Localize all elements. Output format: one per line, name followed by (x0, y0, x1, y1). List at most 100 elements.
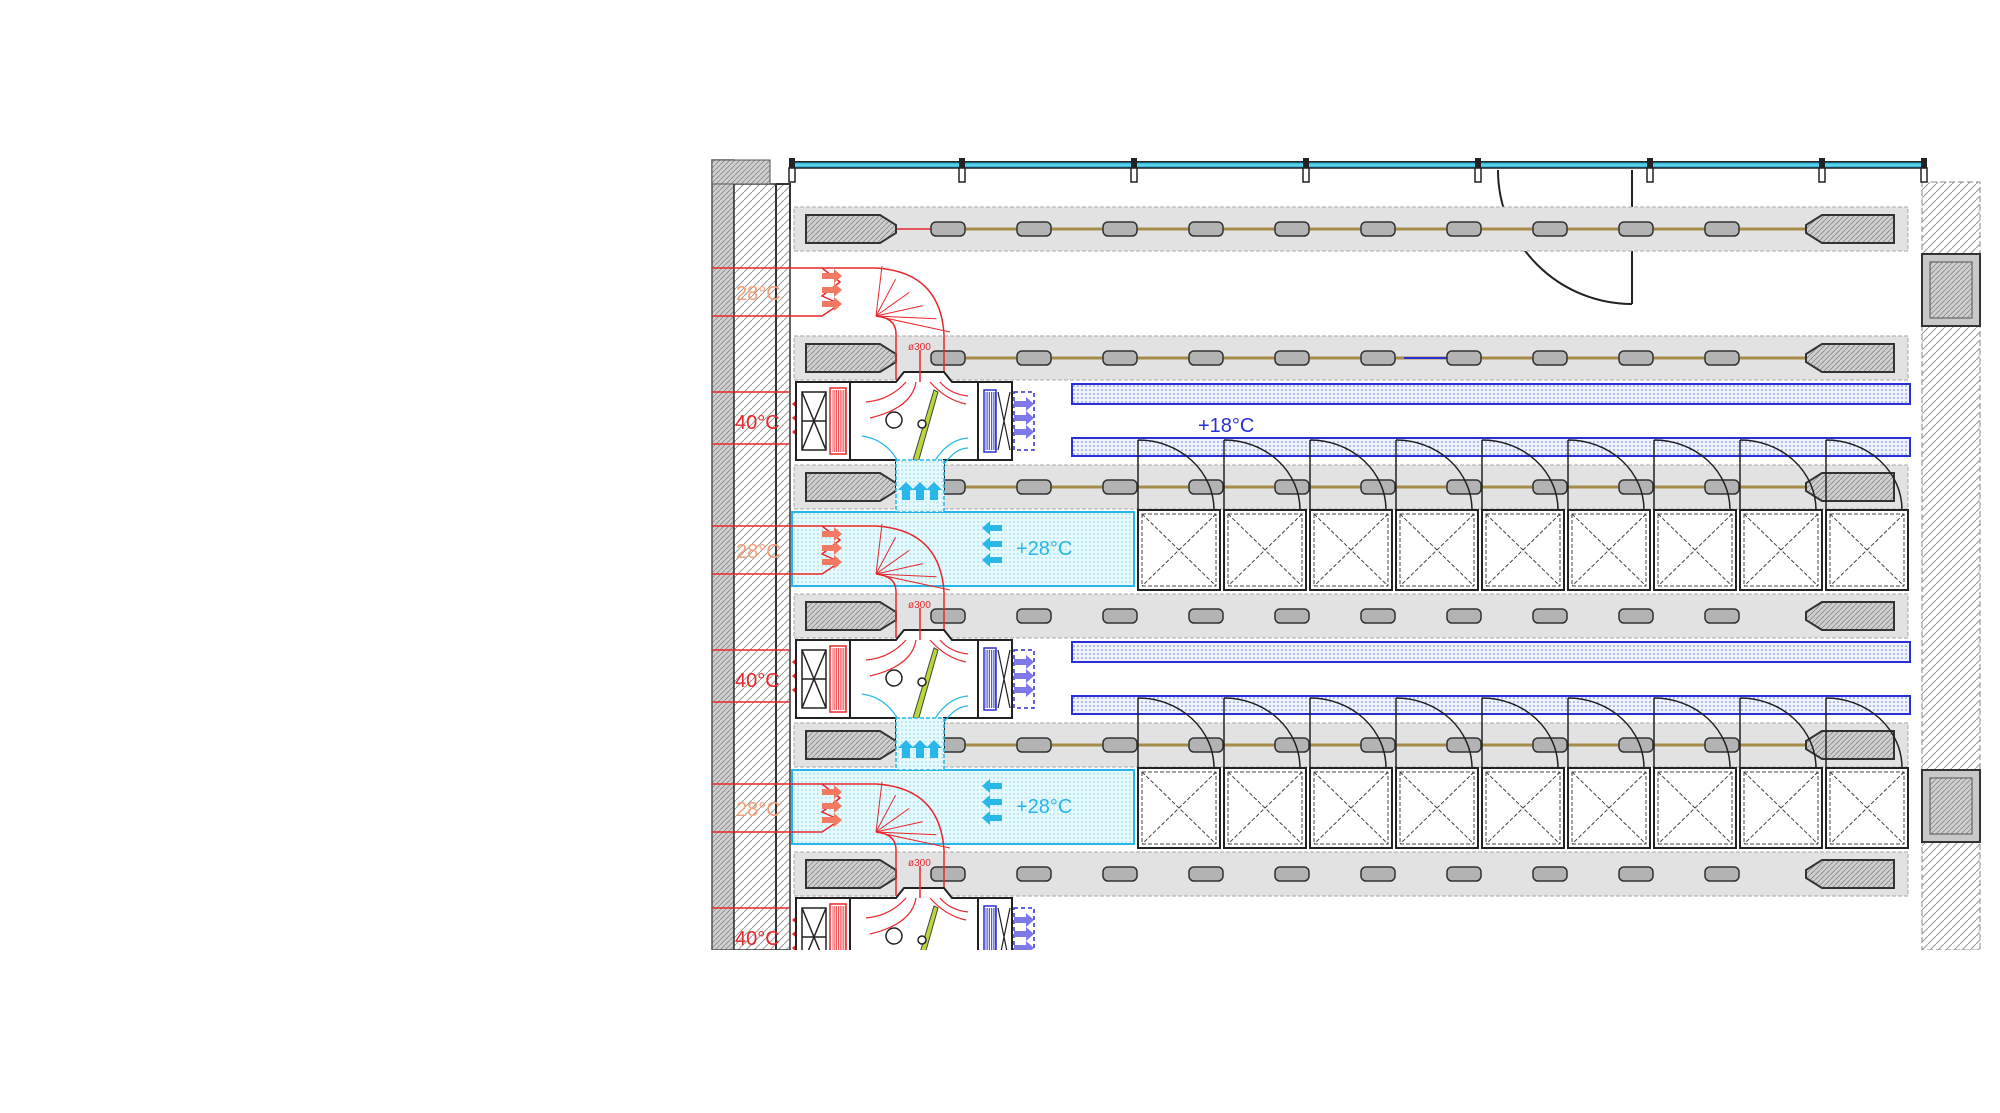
end-luminaire (805, 730, 897, 760)
server-cabinet (1481, 439, 1565, 591)
server-cabinet (1739, 439, 1823, 591)
lighting-strip (793, 464, 1909, 510)
lamp (1446, 866, 1482, 882)
lamp (1704, 479, 1740, 495)
lighting-strip (793, 335, 1909, 381)
end-luminaire (1805, 859, 1895, 889)
arrow-icon (1014, 655, 1034, 669)
mullion-post (1302, 167, 1310, 183)
lamp (1102, 608, 1138, 624)
damper-icon (885, 411, 903, 429)
server-cabinet (1395, 439, 1479, 591)
lamp (1704, 866, 1740, 882)
fan-hub (917, 677, 927, 687)
mullion-post (1646, 167, 1654, 183)
elbow-vane (875, 265, 883, 317)
lamp (1360, 608, 1396, 624)
exhaust-temp-label-1: 40°C (735, 412, 780, 434)
lamp (1618, 866, 1654, 882)
lamp (1274, 479, 1310, 495)
lamp (1446, 737, 1482, 753)
ventilation-floor-plan: 28°C 28°C 28°C 40°C 40°C 40°C +18°C +28°… (700, 158, 2000, 1113)
room-temp-label-1: +28°C (1016, 538, 1072, 560)
server-cabinet (1653, 439, 1737, 591)
server-cabinet (1395, 697, 1479, 849)
end-luminaire (805, 859, 897, 889)
lamp (1274, 350, 1310, 366)
end-luminaire (805, 343, 897, 373)
duct-diameter-label-2: ø300 (908, 600, 931, 611)
end-luminaire (1805, 730, 1895, 760)
end-luminaire (1805, 214, 1895, 244)
end-luminaire (805, 601, 897, 631)
lamp (1532, 221, 1568, 237)
mullion (1303, 158, 1309, 168)
end-luminaire (1805, 343, 1895, 373)
lamp (1618, 350, 1654, 366)
lamp (1618, 608, 1654, 624)
server-cabinet (1137, 439, 1221, 591)
lamp (1532, 479, 1568, 495)
lamp (1446, 608, 1482, 624)
lamp (1274, 737, 1310, 753)
end-luminaire (1805, 472, 1895, 502)
lamp (1360, 737, 1396, 753)
server-cabinet (1825, 439, 1909, 591)
damper-icon (885, 669, 903, 687)
end-luminaire (805, 214, 897, 244)
lamp (1360, 221, 1396, 237)
lamp (1016, 221, 1052, 237)
lamp (1360, 350, 1396, 366)
lighting-strip (793, 593, 1909, 639)
lamp (1704, 608, 1740, 624)
mullion-post (788, 167, 796, 183)
lamp (1360, 479, 1396, 495)
lamp (1704, 737, 1740, 753)
lamp (1446, 350, 1482, 366)
arrow-icon (1014, 411, 1034, 425)
server-cabinet (1137, 697, 1221, 849)
duct-diameter-label-3: ø300 (908, 858, 931, 869)
lamp (930, 866, 966, 882)
lamp (1618, 221, 1654, 237)
server-cabinet (1739, 697, 1823, 849)
server-cabinet (1567, 697, 1651, 849)
right-wall (1921, 181, 1981, 951)
lamp (1188, 737, 1224, 753)
lamp (1016, 350, 1052, 366)
lamp (1274, 866, 1310, 882)
lamp (1188, 221, 1224, 237)
duct-diameter-label-1: ø300 (908, 342, 931, 353)
lamp (1532, 608, 1568, 624)
window-strip (788, 158, 1928, 183)
lamp (1102, 350, 1138, 366)
arrow-icon (1014, 927, 1034, 941)
damper-icon (885, 927, 903, 945)
elbow-vane (875, 278, 897, 317)
mullion-post (1818, 167, 1826, 183)
server-cabinet (1825, 697, 1909, 849)
lamp (1016, 866, 1052, 882)
lighting-strip (793, 206, 1909, 252)
mullion (1819, 158, 1825, 168)
arrow-icon (822, 283, 842, 297)
mullion (1475, 158, 1481, 168)
fan-hub (917, 935, 927, 945)
intake-temp-label-2: 28°C (736, 541, 781, 563)
lamp (1274, 608, 1310, 624)
lamp (1704, 221, 1740, 237)
mullion (1921, 158, 1927, 168)
server-cabinet (1309, 439, 1393, 591)
room-air-arrows (982, 779, 1002, 825)
lamp (1102, 221, 1138, 237)
arrow-icon (1014, 913, 1034, 927)
room-temp-label-2: +28°C (1016, 796, 1072, 818)
mullion (1131, 158, 1137, 168)
end-luminaire (1805, 601, 1895, 631)
arrow-icon (1014, 669, 1034, 683)
exhaust-temp-label-3: 40°C (735, 928, 780, 950)
arrow-icon (1014, 683, 1034, 697)
arrow-icon (1014, 425, 1034, 439)
lamp (1188, 866, 1224, 882)
server-cabinet (1223, 439, 1307, 591)
